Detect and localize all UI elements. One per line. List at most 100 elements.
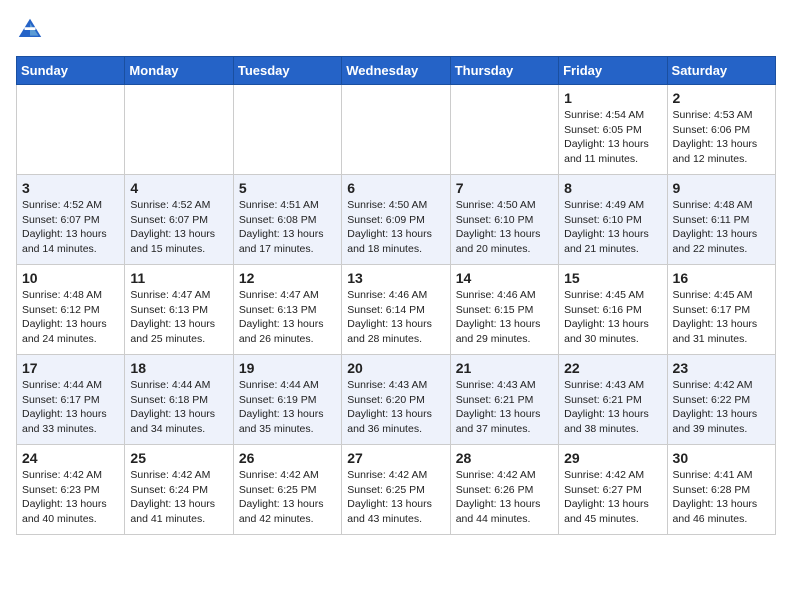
- day-info: Sunrise: 4:43 AM Sunset: 6:20 PM Dayligh…: [347, 378, 444, 437]
- day-number: 7: [456, 180, 553, 196]
- calendar-cell: 27 Sunrise: 4:42 AM Sunset: 6:25 PM Dayli…: [342, 445, 450, 535]
- day-info: Sunrise: 4:48 AM Sunset: 6:11 PM Dayligh…: [673, 198, 770, 257]
- day-number: 1: [564, 90, 661, 106]
- day-number: 5: [239, 180, 336, 196]
- day-number: 20: [347, 360, 444, 376]
- calendar-cell: 20 Sunrise: 4:43 AM Sunset: 6:20 PM Dayli…: [342, 355, 450, 445]
- day-info: Sunrise: 4:44 AM Sunset: 6:19 PM Dayligh…: [239, 378, 336, 437]
- day-number: 30: [673, 450, 770, 466]
- day-number: 13: [347, 270, 444, 286]
- calendar-cell: [233, 85, 341, 175]
- day-info: Sunrise: 4:46 AM Sunset: 6:14 PM Dayligh…: [347, 288, 444, 347]
- calendar-cell: 8 Sunrise: 4:49 AM Sunset: 6:10 PM Daylig…: [559, 175, 667, 265]
- calendar-cell: 28Sunrise: 4:42 AM Sunset: 6:26 PM Dayli…: [450, 445, 558, 535]
- day-number: 11: [130, 270, 227, 286]
- calendar-cell: 3 Sunrise: 4:52 AM Sunset: 6:07 PM Daylig…: [17, 175, 125, 265]
- calendar-cell: 6Sunrise: 4:50 AM Sunset: 6:09 PM Daylig…: [342, 175, 450, 265]
- calendar-week-3: 10Sunrise: 4:48 AM Sunset: 6:12 PM Dayli…: [17, 265, 776, 355]
- day-number: 15: [564, 270, 661, 286]
- logo: [16, 16, 48, 44]
- day-info: Sunrise: 4:46 AM Sunset: 6:15 PM Dayligh…: [456, 288, 553, 347]
- day-number: 3: [22, 180, 119, 196]
- day-number: 2: [673, 90, 770, 106]
- day-header-wednesday: Wednesday: [342, 57, 450, 85]
- calendar-week-4: 17 Sunrise: 4:44 AM Sunset: 6:17 PM Dayli…: [17, 355, 776, 445]
- day-info: Sunrise: 4:43 AM Sunset: 6:21 PM Dayligh…: [456, 378, 553, 437]
- day-info: Sunrise: 4:44 AM Sunset: 6:17 PM Dayligh…: [22, 378, 119, 437]
- calendar-cell: 5 Sunrise: 4:51 AM Sunset: 6:08 PM Daylig…: [233, 175, 341, 265]
- calendar-cell: 25 Sunrise: 4:42 AM Sunset: 6:24 PM Dayli…: [125, 445, 233, 535]
- day-number: 16: [673, 270, 770, 286]
- day-info: Sunrise: 4:42 AM Sunset: 6:22 PM Dayligh…: [673, 378, 770, 437]
- day-info: Sunrise: 4:47 AM Sunset: 6:13 PM Dayligh…: [130, 288, 227, 347]
- day-info: Sunrise: 4:42 AM Sunset: 6:25 PM Dayligh…: [239, 468, 336, 527]
- day-info: Sunrise: 4:47 AM Sunset: 6:13 PM Dayligh…: [239, 288, 336, 347]
- day-number: 9: [673, 180, 770, 196]
- calendar-cell: [342, 85, 450, 175]
- day-info: Sunrise: 4:42 AM Sunset: 6:23 PM Dayligh…: [22, 468, 119, 527]
- calendar-cell: 30Sunrise: 4:41 AM Sunset: 6:28 PM Dayli…: [667, 445, 775, 535]
- calendar-cell: 22 Sunrise: 4:43 AM Sunset: 6:21 PM Dayli…: [559, 355, 667, 445]
- day-info: Sunrise: 4:45 AM Sunset: 6:16 PM Dayligh…: [564, 288, 661, 347]
- day-info: Sunrise: 4:42 AM Sunset: 6:24 PM Dayligh…: [130, 468, 227, 527]
- calendar-cell: [17, 85, 125, 175]
- calendar-cell: 4 Sunrise: 4:52 AM Sunset: 6:07 PM Daylig…: [125, 175, 233, 265]
- calendar-cell: 16 Sunrise: 4:45 AM Sunset: 6:17 PM Dayli…: [667, 265, 775, 355]
- day-number: 17: [22, 360, 119, 376]
- calendar-cell: 13 Sunrise: 4:46 AM Sunset: 6:14 PM Dayli…: [342, 265, 450, 355]
- calendar-cell: 11 Sunrise: 4:47 AM Sunset: 6:13 PM Dayli…: [125, 265, 233, 355]
- day-number: 4: [130, 180, 227, 196]
- day-number: 27: [347, 450, 444, 466]
- page-header: [16, 16, 776, 44]
- day-header-tuesday: Tuesday: [233, 57, 341, 85]
- calendar-cell: 21 Sunrise: 4:43 AM Sunset: 6:21 PM Dayli…: [450, 355, 558, 445]
- calendar-cell: 26Sunrise: 4:42 AM Sunset: 6:25 PM Dayli…: [233, 445, 341, 535]
- day-header-saturday: Saturday: [667, 57, 775, 85]
- calendar-cell: 18 Sunrise: 4:44 AM Sunset: 6:18 PM Dayli…: [125, 355, 233, 445]
- day-info: Sunrise: 4:43 AM Sunset: 6:21 PM Dayligh…: [564, 378, 661, 437]
- day-info: Sunrise: 4:52 AM Sunset: 6:07 PM Dayligh…: [130, 198, 227, 257]
- day-number: 21: [456, 360, 553, 376]
- day-number: 19: [239, 360, 336, 376]
- day-info: Sunrise: 4:42 AM Sunset: 6:26 PM Dayligh…: [456, 468, 553, 527]
- calendar-cell: 14 Sunrise: 4:46 AM Sunset: 6:15 PM Dayli…: [450, 265, 558, 355]
- day-number: 22: [564, 360, 661, 376]
- day-info: Sunrise: 4:53 AM Sunset: 6:06 PM Dayligh…: [673, 108, 770, 167]
- day-header-thursday: Thursday: [450, 57, 558, 85]
- day-number: 24: [22, 450, 119, 466]
- header-row: SundayMondayTuesdayWednesdayThursdayFrid…: [17, 57, 776, 85]
- day-info: Sunrise: 4:54 AM Sunset: 6:05 PM Dayligh…: [564, 108, 661, 167]
- logo-icon: [16, 16, 44, 44]
- day-number: 18: [130, 360, 227, 376]
- day-info: Sunrise: 4:45 AM Sunset: 6:17 PM Dayligh…: [673, 288, 770, 347]
- day-info: Sunrise: 4:50 AM Sunset: 6:10 PM Dayligh…: [456, 198, 553, 257]
- day-header-sunday: Sunday: [17, 57, 125, 85]
- calendar-cell: 9 Sunrise: 4:48 AM Sunset: 6:11 PM Daylig…: [667, 175, 775, 265]
- calendar-cell: [125, 85, 233, 175]
- day-number: 29: [564, 450, 661, 466]
- day-number: 25: [130, 450, 227, 466]
- day-number: 14: [456, 270, 553, 286]
- day-info: Sunrise: 4:42 AM Sunset: 6:27 PM Dayligh…: [564, 468, 661, 527]
- day-header-friday: Friday: [559, 57, 667, 85]
- calendar-cell: 12 Sunrise: 4:47 AM Sunset: 6:13 PM Dayli…: [233, 265, 341, 355]
- calendar-cell: 23 Sunrise: 4:42 AM Sunset: 6:22 PM Dayli…: [667, 355, 775, 445]
- calendar-cell: 19 Sunrise: 4:44 AM Sunset: 6:19 PM Dayli…: [233, 355, 341, 445]
- day-info: Sunrise: 4:52 AM Sunset: 6:07 PM Dayligh…: [22, 198, 119, 257]
- day-info: Sunrise: 4:44 AM Sunset: 6:18 PM Dayligh…: [130, 378, 227, 437]
- calendar-cell: 15 Sunrise: 4:45 AM Sunset: 6:16 PM Dayli…: [559, 265, 667, 355]
- day-number: 23: [673, 360, 770, 376]
- day-info: Sunrise: 4:51 AM Sunset: 6:08 PM Dayligh…: [239, 198, 336, 257]
- day-number: 8: [564, 180, 661, 196]
- calendar-table: SundayMondayTuesdayWednesdayThursdayFrid…: [16, 56, 776, 535]
- calendar-week-2: 3 Sunrise: 4:52 AM Sunset: 6:07 PM Daylig…: [17, 175, 776, 265]
- day-info: Sunrise: 4:49 AM Sunset: 6:10 PM Dayligh…: [564, 198, 661, 257]
- calendar-week-1: 1 Sunrise: 4:54 AM Sunset: 6:05 PM Daylig…: [17, 85, 776, 175]
- day-info: Sunrise: 4:50 AM Sunset: 6:09 PM Dayligh…: [347, 198, 444, 257]
- calendar-cell: 1 Sunrise: 4:54 AM Sunset: 6:05 PM Daylig…: [559, 85, 667, 175]
- day-number: 12: [239, 270, 336, 286]
- calendar-cell: 29 Sunrise: 4:42 AM Sunset: 6:27 PM Dayli…: [559, 445, 667, 535]
- day-info: Sunrise: 4:42 AM Sunset: 6:25 PM Dayligh…: [347, 468, 444, 527]
- day-header-monday: Monday: [125, 57, 233, 85]
- calendar-cell: 17 Sunrise: 4:44 AM Sunset: 6:17 PM Dayli…: [17, 355, 125, 445]
